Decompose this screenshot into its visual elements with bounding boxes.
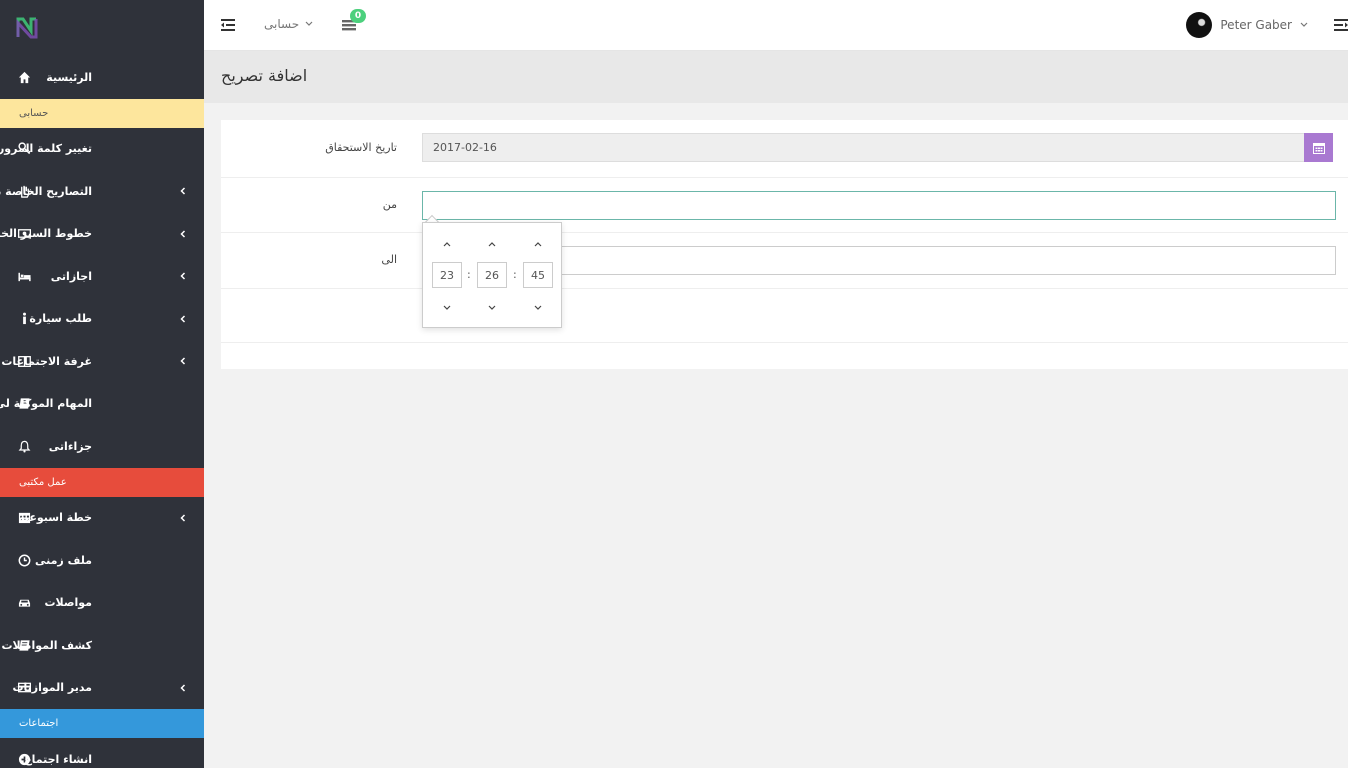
chevron-left-icon: [178, 270, 188, 282]
minute-field[interactable]: 26: [477, 262, 507, 288]
due-date-input[interactable]: 2017-02-16: [422, 133, 1305, 162]
chevron-down-icon: [1300, 22, 1308, 27]
second-up-button[interactable]: [532, 238, 544, 250]
sidebar-item-label: خطوط السير الخاصة بى: [0, 227, 92, 241]
menu-toggle-icon[interactable]: [221, 19, 235, 31]
minute-down-button[interactable]: [486, 302, 498, 314]
calendar-icon: [1312, 142, 1325, 154]
sidebar-item[interactable]: مدير الموازنات: [0, 667, 204, 710]
chevron-down-icon: [443, 305, 451, 310]
sidebar-item[interactable]: الرئيسية: [0, 56, 204, 99]
hour-up-button[interactable]: [441, 238, 453, 250]
sidebar-section-header: حسابى: [0, 98, 204, 128]
sidebar: الرئيسية حسابى تغيير كلمة المرور التصاريح ا…: [0, 0, 204, 768]
chevron-left-icon: [178, 355, 188, 367]
sidebar-item-label: جزاءاتى: [48, 439, 92, 453]
account-label: حسابى: [264, 17, 300, 31]
sidebar-item[interactable]: تغيير كلمة المرور: [0, 128, 204, 171]
account-dropdown[interactable]: حسابى: [264, 17, 313, 31]
sidebar-item-label: مدير الموازنات: [12, 681, 92, 695]
section-label: اجتماعات: [19, 718, 59, 729]
sidebar-item[interactable]: اجازاتى: [0, 255, 204, 298]
sidebar-item[interactable]: كشف المواصلات: [0, 624, 204, 667]
hour-down-button[interactable]: [441, 302, 453, 314]
from-label: من: [382, 198, 397, 211]
sidebar-item-label: خطة اسبوعية: [18, 511, 92, 525]
from-row: من: [221, 178, 1348, 233]
sidebar-item[interactable]: خطة اسبوعية: [0, 497, 204, 540]
sidebar-item[interactable]: خطوط السير الخاصة بى: [0, 213, 204, 256]
bed-icon: [17, 269, 31, 283]
bell-icon: [17, 439, 31, 453]
car-icon: [17, 596, 31, 610]
avatar: [1186, 12, 1213, 38]
page-title: اضافة تصريح: [221, 66, 308, 85]
chevron-left-icon: [178, 682, 188, 694]
user-name: Peter Gaber: [1220, 18, 1292, 32]
logo-icon: [16, 17, 38, 39]
chevron-down-icon: [534, 305, 542, 310]
sidebar-item[interactable]: انشاء اجتماع: [0, 738, 204, 768]
sidebar-item-label: مواصلات: [44, 596, 92, 610]
to-row: الى: [221, 233, 1348, 289]
sidebar-item[interactable]: طلب سيارة: [0, 298, 204, 341]
sidebar-item-label: ملف زمنى: [35, 553, 92, 567]
section-label: حسابى: [19, 107, 49, 119]
sidebar-section-header: عمل مكتبى: [0, 467, 204, 497]
hour-field[interactable]: 23: [432, 262, 462, 288]
right-panel-toggle-icon[interactable]: [1334, 19, 1348, 31]
time-separator: :: [513, 268, 517, 281]
topbar: حسابى 0 Peter Gaber: [204, 0, 1348, 51]
second-field[interactable]: 45: [523, 262, 553, 288]
page-header: اضافة تصريح: [204, 51, 1348, 103]
time-separator: :: [467, 268, 471, 281]
chevron-left-icon: [178, 313, 188, 325]
chevron-up-icon: [534, 242, 542, 247]
sidebar-item[interactable]: غرفة الاجتماعات: [0, 340, 204, 383]
sidebar-item[interactable]: ملف زمنى: [0, 539, 204, 582]
due-date-label: تاريخ الاستحقاق: [325, 141, 397, 154]
from-time-input[interactable]: [422, 191, 1336, 220]
sidebar-item-label: الرئيسية: [46, 70, 92, 84]
section-label: عمل مكتبى: [19, 476, 67, 488]
user-menu[interactable]: Peter Gaber: [1186, 12, 1308, 38]
sidebar-item-label: غرفة الاجتماعات: [1, 354, 92, 368]
chevron-up-icon: [488, 242, 496, 247]
chevron-down-icon: [488, 305, 496, 310]
form-panel: تاريخ الاستحقاق 2017-02-16 من الى: [221, 120, 1348, 369]
calendar-button[interactable]: [1304, 133, 1333, 162]
due-date-row: تاريخ الاستحقاق 2017-02-16: [221, 120, 1348, 178]
timepicker: 23 : 26 : 45: [422, 222, 562, 328]
sidebar-menu: الرئيسية حسابى تغيير كلمة المرور التصاريح ا…: [0, 56, 204, 768]
sidebar-item[interactable]: مواصلات: [0, 582, 204, 625]
home-icon: [17, 70, 31, 84]
chevron-up-icon: [443, 242, 451, 247]
submit-row: [221, 289, 1348, 343]
sidebar-item-label: طلب سيارة: [29, 312, 92, 326]
sidebar-item[interactable]: التصاريح الخاصة بى: [0, 170, 204, 213]
sidebar-item[interactable]: جزاءاتى: [0, 425, 204, 468]
sidebar-item[interactable]: المهام الموكلة لى: [0, 383, 204, 426]
chevron-left-icon: [178, 185, 188, 197]
minute-up-button[interactable]: [486, 238, 498, 250]
logo[interactable]: [0, 0, 204, 56]
second-down-button[interactable]: [532, 302, 544, 314]
chevron-left-icon: [178, 228, 188, 240]
chevron-down-icon: [305, 21, 313, 26]
sidebar-item-label: التصاريح الخاصة بى: [0, 184, 92, 198]
chevron-left-icon: [178, 512, 188, 524]
sidebar-item-label: انشاء اجتماع: [24, 752, 92, 766]
notification-badge: 0: [350, 9, 366, 23]
sidebar-section-header: اجتماعات: [0, 709, 204, 738]
sidebar-item-label: المهام الموكلة لى: [0, 397, 92, 411]
clock-icon: [17, 553, 31, 567]
sidebar-item-label: كشف المواصلات: [1, 638, 93, 652]
to-label: الى: [381, 253, 397, 266]
sidebar-item-label: تغيير كلمة المرور: [0, 142, 92, 156]
sidebar-item-label: اجازاتى: [50, 269, 92, 283]
